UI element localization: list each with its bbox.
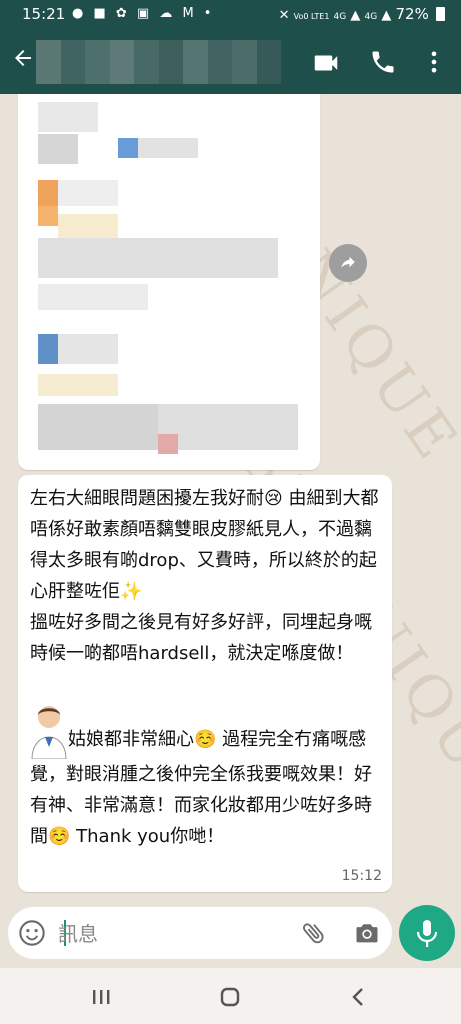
message-time: 15:12 (341, 868, 382, 884)
home-icon[interactable] (215, 982, 245, 1012)
emoji-icon[interactable] (18, 919, 46, 947)
status-time: 15:21 (22, 5, 66, 23)
back-icon[interactable] (344, 982, 374, 1012)
camera-icon[interactable] (353, 919, 381, 947)
image-message[interactable] (18, 94, 320, 470)
recents-icon[interactable] (86, 982, 116, 1012)
status-bar: 15:21 ● ■ ✿ ▣ ☁ M • ✕ Vo0 LTE1 4G ▲ 4G ▲… (0, 0, 461, 30)
message-paragraph-1: 左右大細眼問題困擾左我好耐😢 由細到大都唔係好敢素顏唔黐雙眼皮膠紙見人，不過黐得… (30, 483, 385, 607)
message-paragraph-3: 姑娘都非常細心☺️ 過程完全冇痛嘅感覺，對眼消腫之後仲完全係我要嘅效果！好有神、… (30, 703, 385, 852)
mic-icon[interactable] (399, 905, 455, 961)
message-input[interactable] (56, 916, 290, 952)
message-paragraph-2: 搵咗好多間之後見有好多好評，同埋起身嘅時候一啲都唔hardsell，就決定喺度做… (30, 607, 385, 669)
notification-icons: ● ■ ✿ ▣ ☁ M • (72, 6, 215, 21)
doctor-avatar-icon (30, 703, 68, 760)
compose-bar (8, 907, 392, 959)
signal-1-label: 4G (333, 12, 347, 22)
message-text-1: 左右大細眼問題困擾左我好耐😢 由細到大都唔係好敢素顏唔黐雙眼皮膠紙見人，不過黐得… (30, 488, 379, 602)
share-icon[interactable] (329, 244, 367, 282)
message-text-2: 搵咗好多間之後見有好多好評，同埋起身嘅時候一啲都唔hardsell，就決定喺度做… (30, 612, 372, 664)
system-nav-bar (0, 968, 461, 1024)
redacted-image (18, 94, 320, 470)
status-right: ✕ Vo0 LTE1 4G ▲ 4G ▲ 72% (279, 5, 445, 23)
text-message[interactable]: 左右大細眼問題困擾左我好耐😢 由細到大都唔係好敢素顏唔黐雙眼皮膠紙見人，不過黐得… (18, 475, 392, 892)
message-text-3: 姑娘都非常細心☺️ 過程完全冇痛嘅感覺，對眼消腫之後仲完全係我要嘅效果！好有神、… (30, 729, 372, 847)
chat-area[interactable]: BEAUNIQUE BEAUNIQUE 左右大細眼問題困擾左我好耐😢 由 (0, 94, 461, 909)
battery-icon (436, 7, 445, 21)
attach-icon[interactable] (300, 919, 328, 947)
battery-label: 72% (395, 5, 429, 23)
phone-icon[interactable] (369, 48, 399, 78)
contact-name-redacted[interactable] (36, 40, 281, 84)
chat-header (0, 30, 461, 94)
more-vert-icon[interactable] (420, 48, 450, 78)
arrow-left-icon[interactable] (8, 46, 38, 76)
mute-icon: ✕ (278, 8, 290, 23)
signal-icon: ▲ (381, 8, 392, 23)
video-call-icon[interactable] (311, 48, 341, 78)
network-label: Vo0 LTE1 (293, 12, 330, 21)
signal-icon: ▲ (350, 8, 361, 23)
signal-2-label: 4G (364, 12, 378, 22)
